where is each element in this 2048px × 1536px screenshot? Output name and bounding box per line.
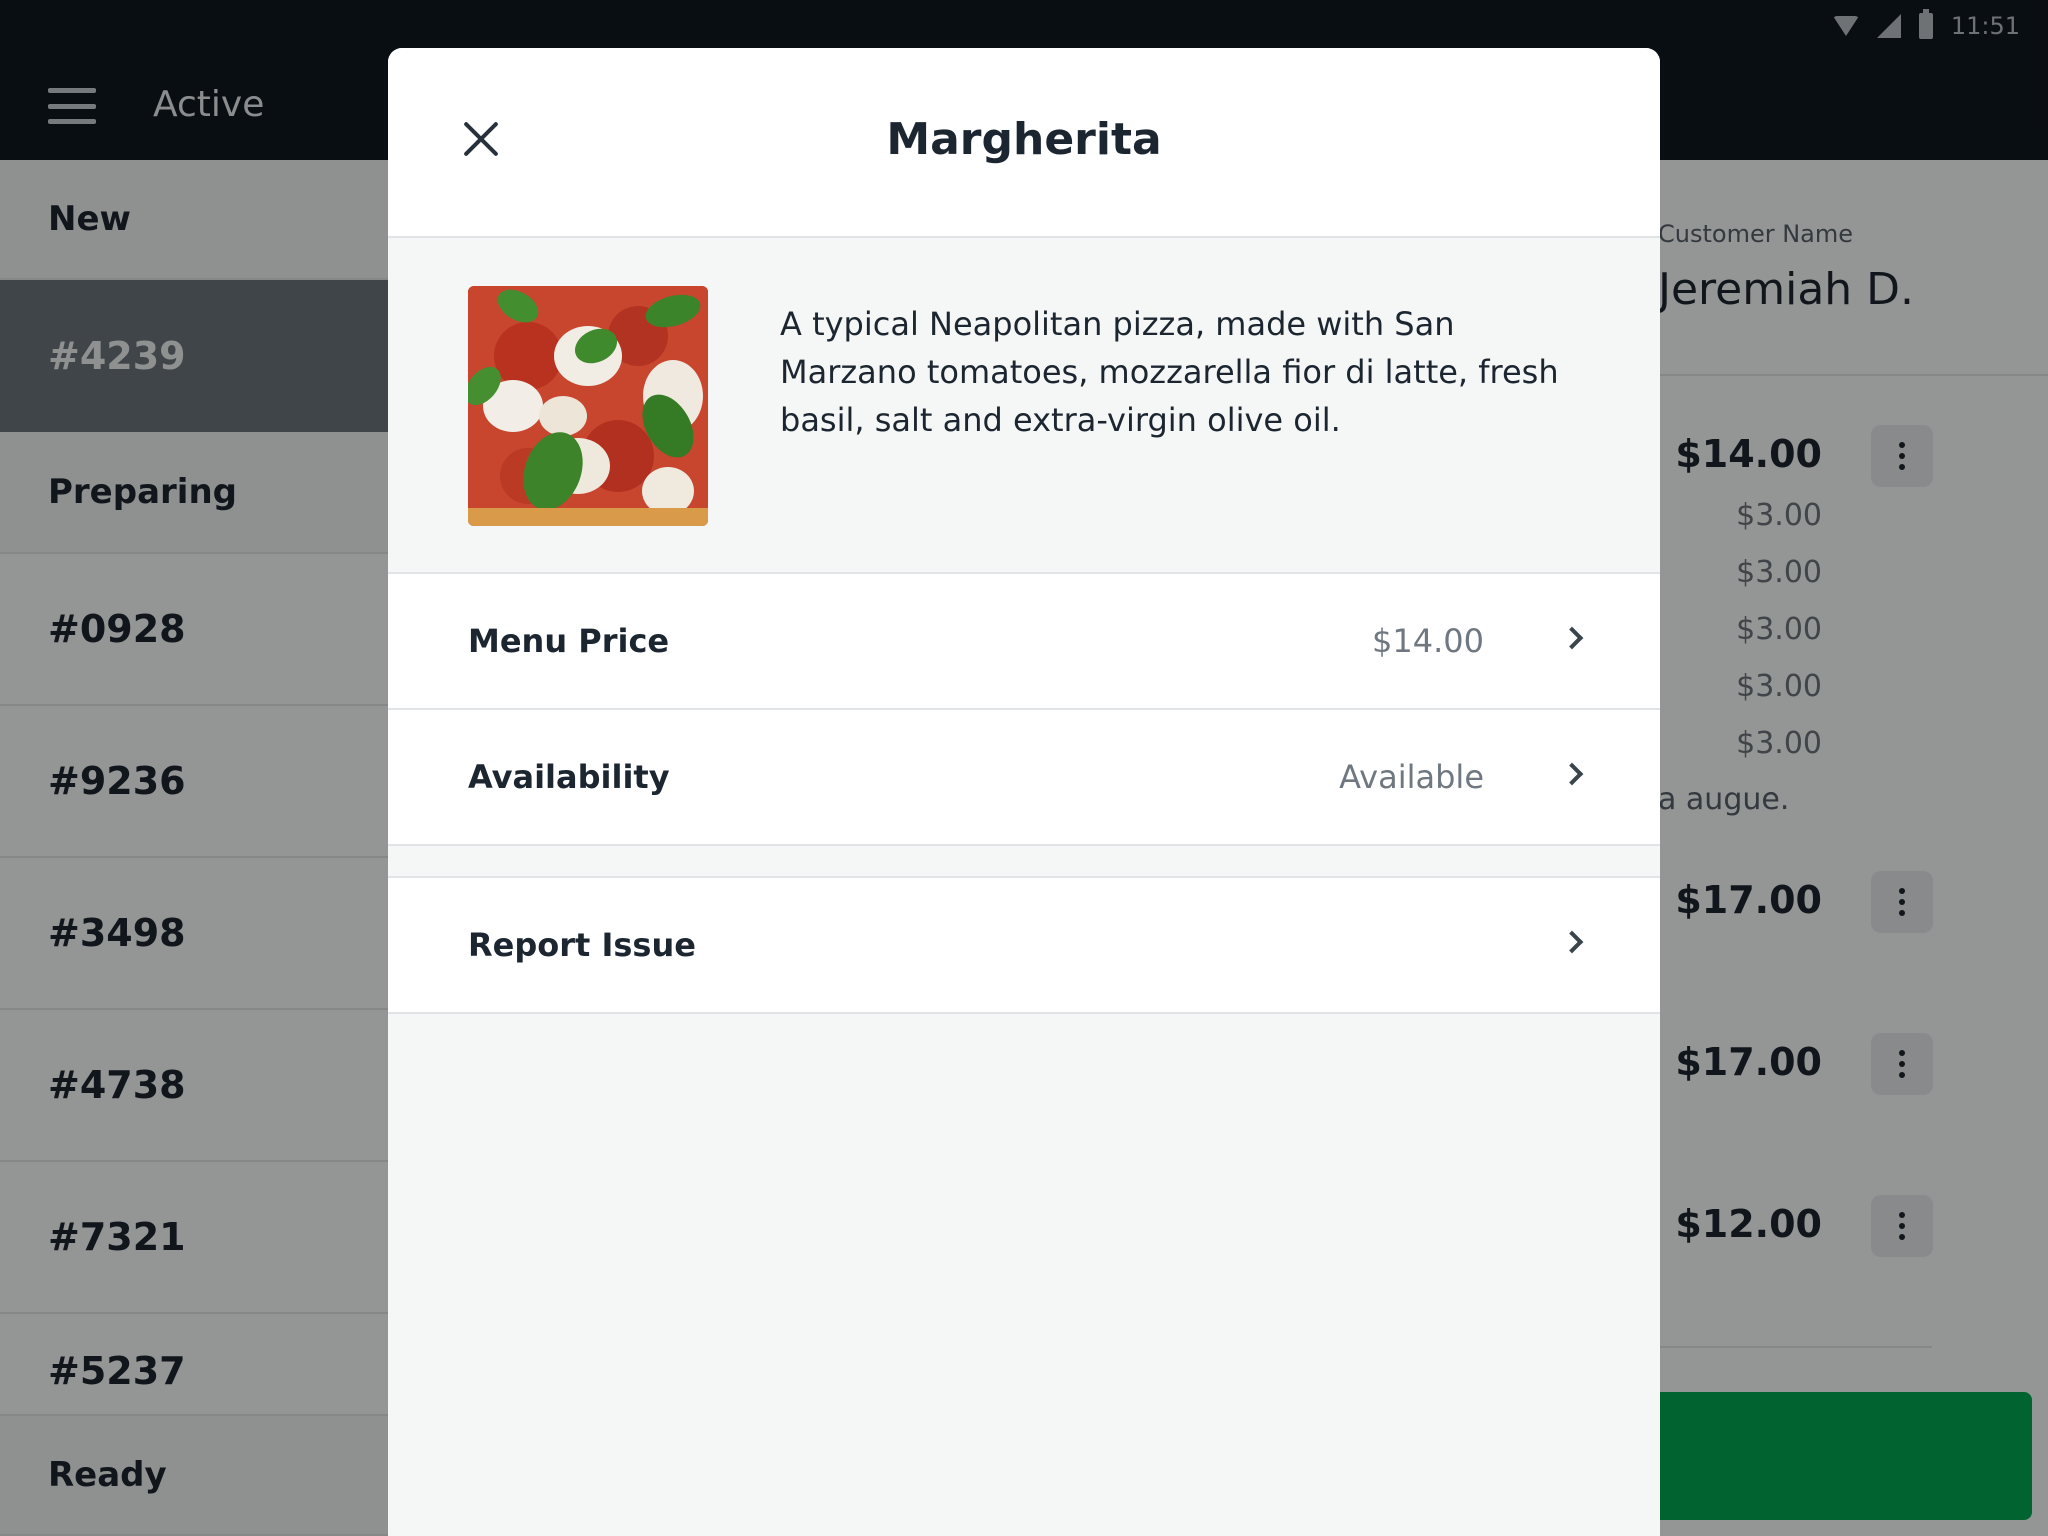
menu-price-value: $14.00 xyxy=(1372,622,1484,660)
menu-price-row[interactable]: Menu Price $14.00 xyxy=(388,574,1660,710)
pizza-image xyxy=(468,286,708,526)
chevron-right-icon xyxy=(1560,762,1584,786)
availability-label: Availability xyxy=(468,758,670,796)
availability-row[interactable]: Availability Available xyxy=(388,710,1660,846)
item-detail-modal: Margherita A typical Neapolitan pizza, m… xyxy=(388,48,1660,1536)
menu-price-label: Menu Price xyxy=(468,622,670,660)
availability-value: Available xyxy=(1339,758,1484,796)
item-description-section: A typical Neapolitan pizza, made with Sa… xyxy=(388,238,1660,574)
chevron-right-icon xyxy=(1560,930,1584,954)
item-description: A typical Neapolitan pizza, made with Sa… xyxy=(780,305,1559,439)
report-issue-row[interactable]: Report Issue xyxy=(388,878,1660,1014)
chevron-right-icon xyxy=(1560,626,1584,650)
modal-title: Margherita xyxy=(886,114,1162,165)
modal-header: Margherita xyxy=(388,48,1660,238)
section-spacer xyxy=(388,846,1660,878)
report-issue-label: Report Issue xyxy=(468,926,696,964)
